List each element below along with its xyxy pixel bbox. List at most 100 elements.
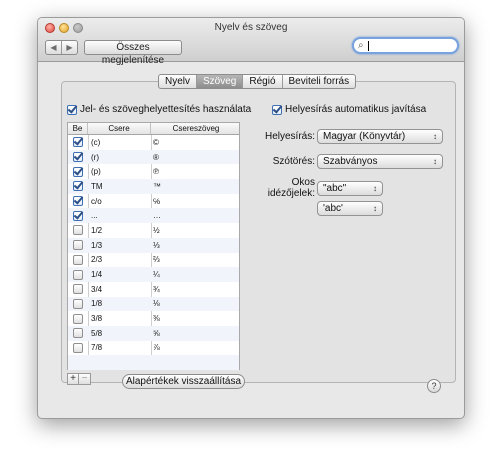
double-quotes-popup[interactable]: "abc" ↕	[317, 181, 383, 196]
window-title: Nyelv és szöveg	[214, 22, 288, 33]
word-break-popup[interactable]: Szabványos ↕	[317, 154, 443, 169]
with-cell[interactable]: ⅜	[151, 314, 239, 323]
with-cell[interactable]: ½	[151, 226, 239, 235]
use-substitution-label: Jel- és szöveghelyettesítés használata	[80, 104, 252, 115]
with-cell[interactable]: ⅞	[151, 343, 239, 352]
back-arrow-icon[interactable]: ◀	[46, 41, 61, 54]
row-enabled-cell	[68, 210, 88, 221]
column-header-on[interactable]: Be	[68, 123, 88, 134]
search-field[interactable]: ⌕	[352, 37, 459, 54]
row-enabled-checkbox[interactable]	[73, 225, 83, 236]
table-row[interactable]: 7/8 ⅞	[68, 341, 239, 356]
replace-cell[interactable]: 2/3	[88, 255, 151, 264]
restore-defaults-button[interactable]: Alapértékek visszaállítása	[122, 374, 245, 389]
row-enabled-checkbox[interactable]	[73, 298, 83, 309]
with-cell[interactable]: ⅛	[151, 299, 239, 308]
with-cell[interactable]: ℗	[151, 167, 239, 176]
row-enabled-checkbox[interactable]	[73, 328, 83, 339]
use-substitution-option[interactable]: Jel- és szöveghelyettesítés használata	[67, 104, 251, 115]
with-cell[interactable]: ©	[151, 138, 239, 147]
table-row[interactable]: 1/4 ¼	[68, 267, 239, 282]
with-cell[interactable]: ¾	[151, 285, 239, 294]
table-row[interactable]: c/o ℅	[68, 194, 239, 209]
replace-cell[interactable]: 3/8	[88, 314, 151, 323]
replace-cell[interactable]: ...	[88, 211, 151, 220]
row-enabled-cell	[68, 137, 88, 148]
row-enabled-checkbox[interactable]	[73, 240, 83, 251]
row-enabled-checkbox[interactable]	[73, 210, 83, 221]
tab-language[interactable]: Nyelv	[159, 75, 198, 88]
replace-cell[interactable]: c/o	[88, 197, 151, 206]
row-enabled-checkbox[interactable]	[73, 342, 83, 353]
row-enabled-checkbox[interactable]	[73, 313, 83, 324]
table-row[interactable]: (c) ©	[68, 135, 239, 150]
row-enabled-cell	[68, 181, 88, 192]
replace-cell[interactable]: 1/3	[88, 241, 151, 250]
with-cell[interactable]: …	[151, 211, 239, 220]
tab-region[interactable]: Régió	[243, 75, 283, 88]
with-cell[interactable]: ℅	[151, 197, 239, 206]
row-enabled-cell	[68, 298, 88, 309]
replace-cell[interactable]: 1/2	[88, 226, 151, 235]
popup-arrows-icon: ↕	[373, 204, 377, 213]
auto-spelling-option[interactable]: Helyesírás automatikus javítása	[272, 104, 426, 115]
auto-spelling-label: Helyesírás automatikus javítása	[285, 104, 427, 115]
show-all-button[interactable]: Összes megjelenítése	[84, 40, 182, 66]
with-cell[interactable]: ⅝	[151, 329, 239, 338]
spelling-popup[interactable]: Magyar (Könyvtár) ↕	[317, 129, 443, 144]
replace-cell[interactable]: (r)	[88, 153, 151, 162]
single-quotes-popup[interactable]: 'abc' ↕	[317, 201, 383, 216]
column-header-replace[interactable]: Csere	[88, 123, 151, 134]
replace-cell[interactable]: 3/4	[88, 285, 151, 294]
word-break-label: Szótörés:	[272, 156, 315, 167]
add-row-button[interactable]: +	[67, 373, 79, 385]
table-row[interactable]: TM ™	[68, 179, 239, 194]
with-cell[interactable]: ¼	[151, 270, 239, 279]
with-cell[interactable]: ⅔	[151, 255, 239, 264]
replace-cell[interactable]: 1/8	[88, 299, 151, 308]
spelling-label: Helyesírás:	[264, 131, 315, 142]
table-row[interactable]: 1/2 ½	[68, 223, 239, 238]
search-icon: ⌕	[358, 40, 364, 51]
table-row[interactable]	[68, 355, 239, 370]
help-button[interactable]: ?	[427, 379, 441, 393]
replace-cell[interactable]: 7/8	[88, 343, 151, 352]
row-enabled-checkbox[interactable]	[73, 269, 83, 280]
table-row[interactable]: 2/3 ⅔	[68, 253, 239, 268]
table-row[interactable]: ...…	[68, 208, 239, 224]
substitution-table[interactable]: Be Csere Csereszöveg (c) © (r) ® (p) ℗ TM ™ c/o ℅…	[67, 122, 240, 370]
table-row[interactable]: 3/8 ⅜	[68, 311, 239, 326]
use-substitution-checkbox[interactable]	[67, 104, 77, 115]
tab-bar: Nyelv Szöveg Régió Beviteli forrás	[158, 74, 357, 89]
tab-text[interactable]: Szöveg	[197, 75, 244, 88]
replace-cell[interactable]: 5/8	[88, 329, 151, 338]
replace-cell[interactable]: (c)	[88, 138, 151, 147]
word-break-value: Szabványos	[323, 156, 378, 167]
row-enabled-checkbox[interactable]	[73, 152, 83, 163]
with-cell[interactable]: ™	[151, 182, 239, 191]
row-enabled-checkbox[interactable]	[73, 254, 83, 265]
row-enabled-checkbox[interactable]	[73, 166, 83, 177]
auto-spelling-checkbox[interactable]	[272, 104, 282, 115]
table-row[interactable]: 5/8 ⅝	[68, 325, 239, 341]
row-enabled-checkbox[interactable]	[73, 181, 83, 192]
forward-arrow-icon[interactable]: ▶	[61, 41, 77, 54]
table-row[interactable]: (p) ℗	[68, 164, 239, 179]
with-cell[interactable]: ⅓	[151, 241, 239, 250]
column-header-with[interactable]: Csereszöveg	[151, 123, 239, 134]
table-row[interactable]: 3/4 ¾	[68, 282, 239, 297]
with-cell[interactable]: ®	[151, 153, 239, 162]
replace-cell[interactable]: 1/4	[88, 270, 151, 279]
replace-cell[interactable]: (p)	[88, 167, 151, 176]
table-row[interactable]: 1/8 ⅛	[68, 296, 239, 312]
row-enabled-checkbox[interactable]	[73, 196, 83, 207]
remove-row-button[interactable]: −	[79, 373, 91, 385]
row-enabled-checkbox[interactable]	[73, 284, 83, 295]
spelling-value: Magyar (Könyvtár)	[323, 131, 406, 142]
row-enabled-checkbox[interactable]	[73, 137, 83, 148]
replace-cell[interactable]: TM	[88, 182, 151, 191]
table-row[interactable]: (r) ®	[68, 149, 239, 165]
tab-input-sources[interactable]: Beviteli forrás	[283, 75, 356, 88]
table-row[interactable]: 1/3 ⅓	[68, 237, 239, 253]
popup-arrows-icon: ↕	[433, 157, 437, 166]
